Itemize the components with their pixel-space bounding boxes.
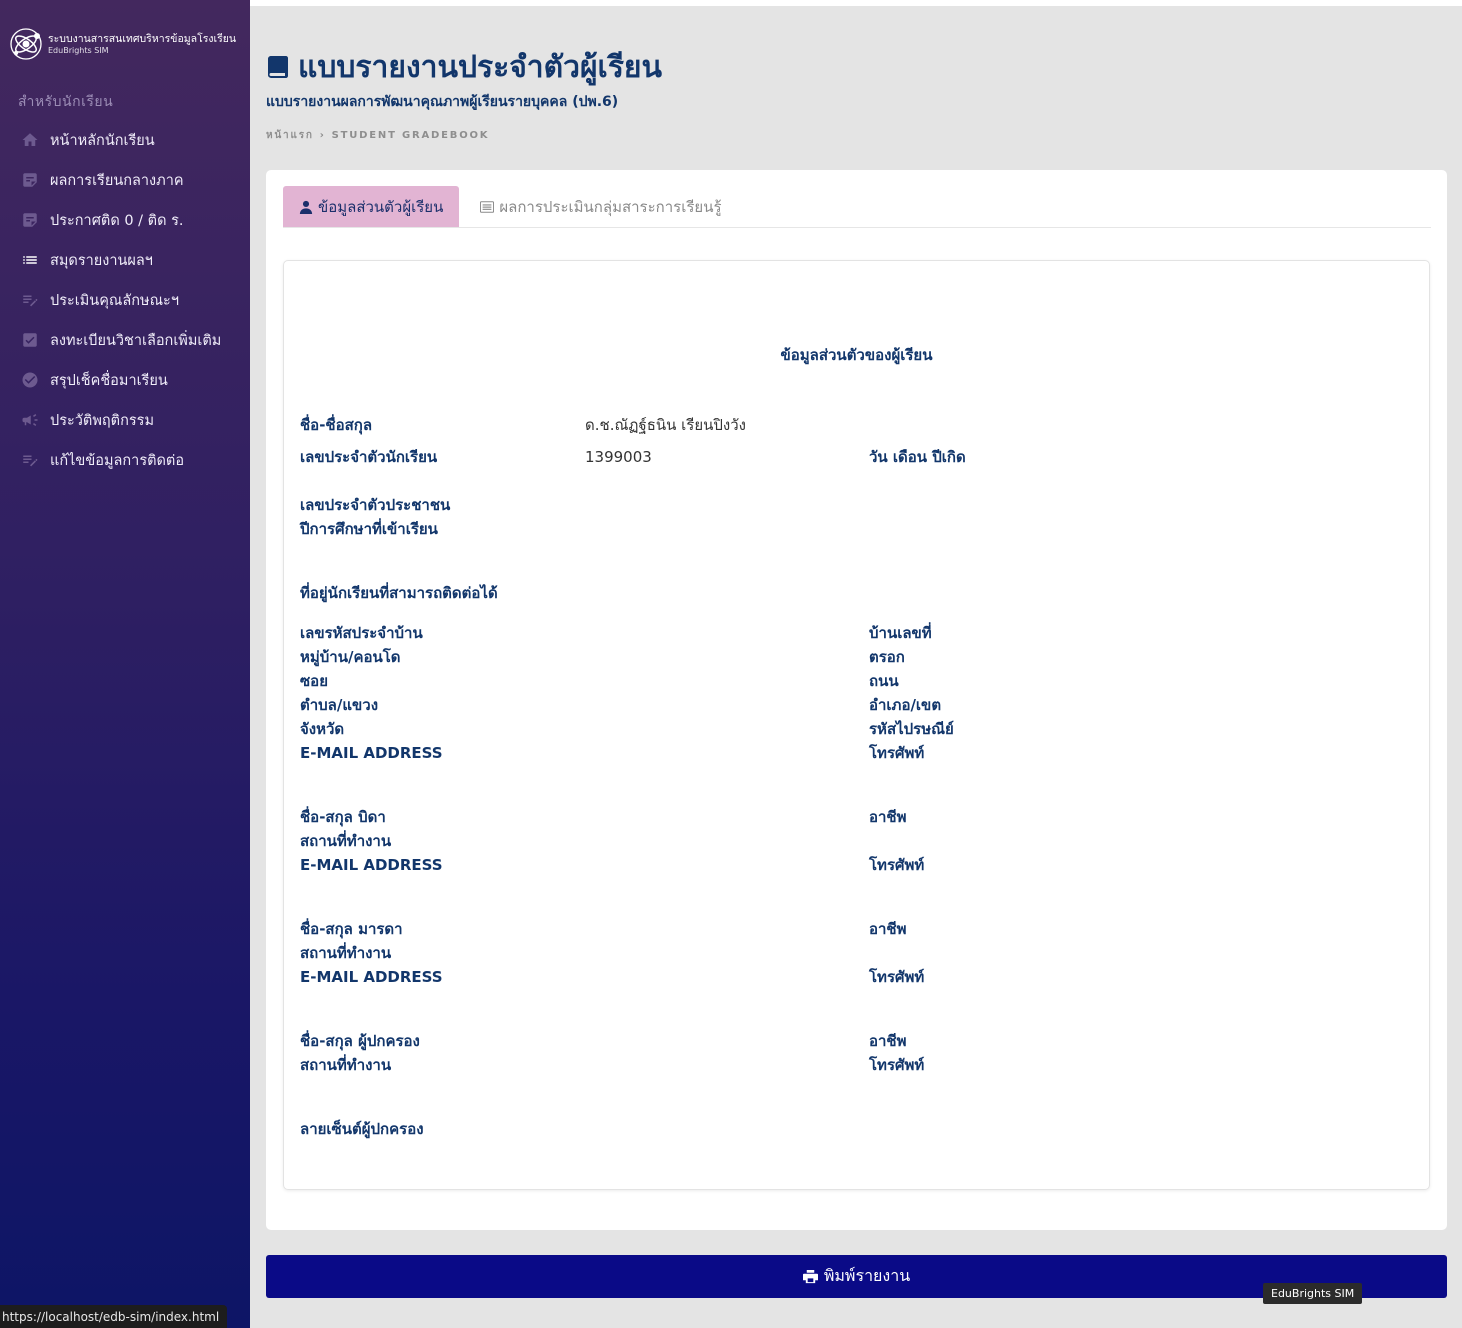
father-phone-label: โทรศัพท์	[869, 856, 925, 874]
entry-year-label: ปีการศึกษาที่เข้าเรียน	[300, 520, 438, 538]
sidebar: ระบบงานสารสนเทศบริหารข้อมูลโรงเรียน EduB…	[0, 0, 250, 1328]
note-icon	[20, 170, 40, 190]
breadcrumb-current: STUDENT GRADEBOOK	[331, 130, 490, 141]
citizen-id-label: เลขประจำตัวประชาชน	[300, 496, 451, 514]
tab-label: ผลการประเมินกลุ่มสาระการเรียนรู้	[499, 197, 722, 216]
sidebar-item-label: ประเมินคุณลักษณะฯ	[50, 292, 179, 309]
tabs: ข้อมูลส่วนตัวผู้เรียน ผลการประเมินกลุ่มส…	[283, 186, 1431, 228]
mother-occupation-label: อาชีพ	[869, 920, 907, 938]
list-icon	[20, 250, 40, 270]
tab-subject-assessment[interactable]: ผลการประเมินกลุ่มสาระการเรียนรู้	[464, 186, 737, 227]
sidebar-item-label: แก้ไขข้อมูลการติดต่อ	[50, 452, 185, 469]
report-card: ข้อมูลส่วนตัวผู้เรียน ผลการประเมินกลุ่มส…	[266, 170, 1447, 1230]
subdistrict-label: ตำบล/แขวง	[300, 696, 379, 714]
sidebar-item-midterm-results[interactable]: ผลการเรียนกลางภาค	[0, 160, 250, 200]
postal-code-label: รหัสไปรษณีย์	[869, 720, 954, 738]
name-value: ด.ช.ณัฏฐ์ธนิน เรียนปิงวัง	[585, 416, 746, 434]
sidebar-item-label: ประกาศติด 0 / ติด ร.	[50, 212, 184, 229]
brand-title: ระบบงานสารสนเทศบริหารข้อมูลโรงเรียน	[48, 32, 237, 45]
breadcrumb: หน้าแรก › STUDENT GRADEBOOK	[266, 128, 489, 143]
user-icon	[299, 200, 313, 214]
print-button-label: พิมพ์รายงาน	[823, 1266, 911, 1285]
guardian-workplace-label: สถานที่ทำงาน	[300, 1056, 392, 1074]
check-circle-icon	[20, 370, 40, 390]
sidebar-item-behavior-history[interactable]: ประวัติพฤติกรรม	[0, 400, 250, 440]
sidebar-item-label: สรุปเช็คชื่อมาเรียน	[50, 372, 168, 389]
print-icon	[802, 1269, 818, 1284]
mother-name-label: ชื่อ-สกุล มารดา	[300, 920, 403, 938]
chevron-right-icon: ›	[319, 130, 326, 141]
student-phone-label: โทรศัพท์	[869, 744, 925, 762]
address-heading: ที่อยู่นักเรียนที่สามารถติดต่อได้	[300, 584, 498, 602]
sidebar-item-gradebook[interactable]: สมุดรายงานผลฯ	[0, 240, 250, 280]
province-label: จังหวัด	[300, 720, 345, 738]
soi-label: ซอย	[300, 672, 328, 690]
sidebar-item-label: ผลการเรียนกลางภาค	[50, 172, 184, 189]
father-occupation-label: อาชีพ	[869, 808, 907, 826]
guardian-name-label: ชื่อ-สกุล ผู้ปกครอง	[300, 1032, 420, 1050]
alley-label: ตรอก	[869, 648, 905, 666]
guardian-occupation-label: อาชีพ	[869, 1032, 907, 1050]
brand-subtitle: EduBrights SIM	[48, 45, 109, 55]
mother-email-label: E-MAIL ADDRESS	[300, 968, 443, 986]
road-label: ถนน	[869, 672, 899, 690]
house-number-label: บ้านเลขที่	[869, 624, 932, 642]
home-icon	[20, 130, 40, 150]
mother-phone-label: โทรศัพท์	[869, 968, 925, 986]
dob-label: วัน เดือน ปีเกิด	[869, 448, 966, 466]
checkbox-icon	[20, 330, 40, 350]
guardian-signature-label: ลายเซ็นต์ผู้ปกครอง	[300, 1120, 424, 1138]
page-title: แบบรายงานประจำตัวผู้เรียน	[268, 44, 662, 91]
sidebar-section-label: สำหรับนักเรียน	[18, 94, 114, 110]
sidebar-item-label: ประวัติพฤติกรรม	[50, 412, 155, 429]
father-name-label: ชื่อ-สกุล บิดา	[300, 808, 386, 826]
father-email-label: E-MAIL ADDRESS	[300, 856, 443, 874]
sidebar-item-elective-registration[interactable]: ลงทะเบียนวิชาเลือกเพิ่มเติม	[0, 320, 250, 360]
student-info-panel: ข้อมูลส่วนตัวของผู้เรียน ชื่อ-ชื่อสกุล ด…	[283, 260, 1430, 1190]
name-label: ชื่อ-ชื่อสกุล	[300, 416, 373, 434]
note-icon	[20, 210, 40, 230]
tooltip: EduBrights SIM	[1263, 1283, 1363, 1304]
mother-workplace-label: สถานที่ทำงาน	[300, 944, 392, 962]
section-title: ข้อมูลส่วนตัวของผู้เรียน	[780, 346, 933, 364]
atom-logo-icon	[10, 28, 42, 60]
book-icon	[268, 55, 288, 78]
sidebar-item-label: ลงทะเบียนวิชาเลือกเพิ่มเติม	[50, 332, 222, 349]
sidebar-item-student-home[interactable]: หน้าหลักนักเรียน	[0, 120, 250, 160]
brand[interactable]: ระบบงานสารสนเทศบริหารข้อมูลโรงเรียน EduB…	[9, 27, 244, 61]
megaphone-icon	[20, 410, 40, 430]
father-workplace-label: สถานที่ทำงาน	[300, 832, 392, 850]
student-id-label: เลขประจำตัวนักเรียน	[300, 448, 438, 466]
guardian-phone-label: โทรศัพท์	[869, 1056, 925, 1074]
sidebar-item-attendance-summary[interactable]: สรุปเช็คชื่อมาเรียน	[0, 360, 250, 400]
sidebar-item-label: หน้าหลักนักเรียน	[50, 132, 155, 149]
page-title-text: แบบรายงานประจำตัวผู้เรียน	[298, 50, 663, 85]
sidebar-item-label: สมุดรายงานผลฯ	[50, 252, 153, 269]
sidebar-nav: หน้าหลักนักเรียน ผลการเรียนกลางภาค ประกา…	[0, 120, 250, 480]
breadcrumb-home[interactable]: หน้าแรก	[266, 128, 314, 143]
sidebar-item-characteristics[interactable]: ประเมินคุณลักษณะฯ	[0, 280, 250, 320]
student-id-value: 1399003	[585, 448, 652, 466]
top-bar	[250, 0, 1462, 6]
sidebar-item-fail-announcement[interactable]: ประกาศติด 0 / ติด ร.	[0, 200, 250, 240]
student-email-label: E-MAIL ADDRESS	[300, 744, 443, 762]
village-label: หมู่บ้าน/คอนโด	[300, 648, 401, 666]
district-label: อำเภอ/เขต	[869, 696, 942, 714]
sidebar-item-edit-contact[interactable]: แก้ไขข้อมูลการติดต่อ	[0, 440, 250, 480]
page-subtitle: แบบรายงานผลการพัฒนาคุณภาพผู้เรียนรายบุคค…	[266, 94, 619, 110]
edit-list-icon	[20, 450, 40, 470]
tab-personal-info[interactable]: ข้อมูลส่วนตัวผู้เรียน	[283, 186, 460, 227]
tab-label: ข้อมูลส่วนตัวผู้เรียน	[318, 197, 444, 216]
house-code-label: เลขรหัสประจำบ้าน	[300, 624, 423, 642]
edit-list-icon	[20, 290, 40, 310]
status-bar-url: https://localhost/edb-sim/index.html	[0, 1305, 228, 1328]
list-alt-icon	[480, 200, 495, 213]
